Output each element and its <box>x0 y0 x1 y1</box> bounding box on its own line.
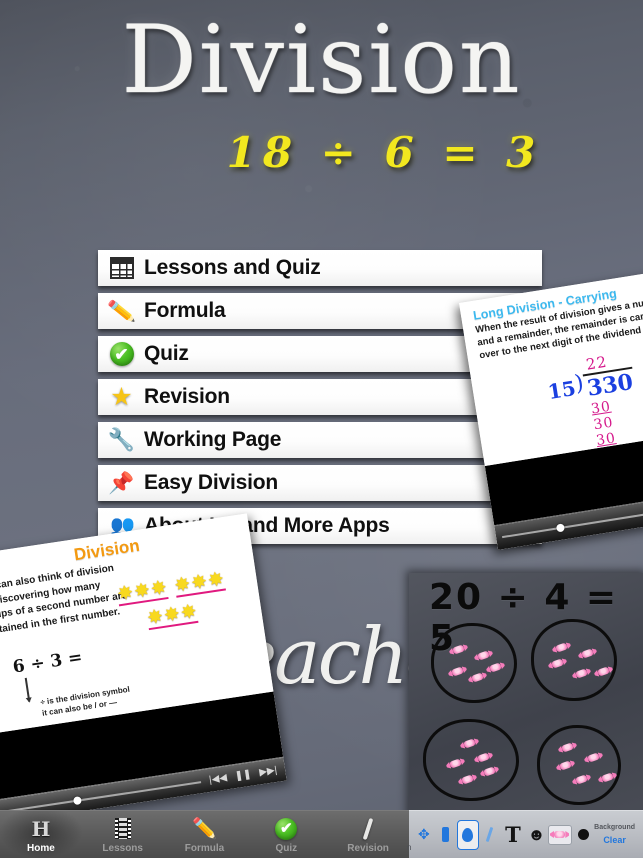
division-card-equation: 6 ÷ 3 = <box>11 647 84 678</box>
seek-knob[interactable] <box>73 795 83 805</box>
shape-tool-button[interactable] <box>456 819 479 850</box>
menu-item-label: Lessons and Quiz <box>144 256 321 279</box>
tab-home[interactable]: H Home <box>0 811 82 858</box>
page-title: Division <box>121 6 522 115</box>
text-tool-button[interactable]: T <box>500 820 525 850</box>
pushpin-icon: 📌 <box>108 471 135 495</box>
previous-icon[interactable]: |◀◀ <box>208 772 227 786</box>
move-tool-button[interactable]: ✥ <box>413 820 435 850</box>
move-arrows-icon: ✥ <box>418 826 430 842</box>
candy-stamp-tool-button[interactable] <box>547 820 572 850</box>
pen-tool-button[interactable] <box>479 820 501 850</box>
filled-dot-icon <box>577 829 589 840</box>
pencil-icon: ✏️ <box>192 817 217 840</box>
seek-knob[interactable] <box>555 523 565 533</box>
tab-label: Home <box>27 842 55 854</box>
star-group: ✸ ✸ ✸ <box>145 601 199 631</box>
droplet-shape-icon <box>462 827 474 842</box>
menu-item-label: Quiz <box>144 342 189 365</box>
tab-quiz[interactable]: ✔ Quiz <box>245 811 327 858</box>
wrench-icon: 🔧 <box>107 427 136 452</box>
tab-label: Formula <box>184 842 225 854</box>
menu-item-lessons-and-quiz[interactable]: Lessons and Quiz <box>98 250 542 286</box>
stamp-tool-button[interactable]: ☻ <box>526 820 548 850</box>
long-division-divisor: 15 <box>546 375 578 405</box>
pen-icon <box>485 826 494 843</box>
toolbar-edge-label: n <box>407 843 412 852</box>
pencil-icon: ✏️ <box>106 296 137 325</box>
toolbar-right-actions: Background Clear <box>594 824 639 845</box>
candy-group-circle <box>423 719 519 801</box>
whiteboard-canvas[interactable]: 20 ÷ 4 = 5 <box>409 573 643 831</box>
menu-item-label: Working Page <box>144 428 282 451</box>
tab-revision[interactable]: Revision <box>327 811 409 858</box>
star-group: ✸ ✸ ✸ <box>115 577 169 607</box>
division-card[interactable]: Division You can also think of division … <box>0 513 287 824</box>
next-icon[interactable]: ▶▶| <box>259 765 278 779</box>
menu-item-label: Revision <box>144 385 230 408</box>
menu-item-easy-division[interactable]: 📌 Easy Division <box>98 465 542 501</box>
tab-label: Quiz <box>275 842 298 854</box>
home-icon: H <box>31 816 51 841</box>
tab-label: Revision <box>347 842 389 854</box>
tab-label: Lessons <box>102 842 143 854</box>
app-root: Division 18 ÷ 6 = 3 Teacher Lessons and … <box>0 0 643 858</box>
background-label[interactable]: Background <box>594 824 635 831</box>
stamp-icon: ☻ <box>527 824 546 844</box>
film-reel-icon <box>114 816 131 842</box>
pointer-arrow-icon <box>24 677 30 702</box>
dot-tool-button[interactable] <box>572 820 594 850</box>
menu-item-working-page[interactable]: 🔧 Working Page <box>98 422 542 458</box>
rectangle-icon <box>442 827 450 842</box>
menu-item-label: Formula <box>144 299 226 322</box>
candy-group-circle <box>537 725 621 805</box>
title-equation: 18 ÷ 6 = 3 <box>0 128 643 177</box>
drawing-toolbar: n ✥ T ☻ Background Clear <box>407 810 643 858</box>
text-t-icon: T <box>505 822 521 847</box>
title-equation-text: 18 ÷ 6 = 3 <box>226 128 543 177</box>
pause-icon[interactable]: ❚❚ <box>234 769 252 782</box>
clear-button[interactable]: Clear <box>594 835 635 845</box>
star-group: ✸ ✸ ✸ <box>173 568 226 598</box>
division-star-groups: ✸ ✸ ✸ ✸ ✸ ✸ ✸ ✸ ✸ <box>116 566 252 634</box>
film-strip-icon <box>108 255 135 282</box>
long-division-worksheet: 22 15 ) 330 30 30 30 <box>543 349 643 456</box>
green-check-icon: ✔ <box>108 341 135 368</box>
green-check-icon: ✔ <box>275 816 298 842</box>
candy-group-circle <box>431 623 517 703</box>
menu-item-label: Easy Division <box>144 471 278 494</box>
chalk-stroke-icon <box>362 816 374 842</box>
title-area: Division <box>0 6 643 115</box>
tab-lessons[interactable]: Lessons <box>82 811 164 858</box>
tab-formula[interactable]: ✏️ Formula <box>164 811 246 858</box>
star-icon: ★ <box>110 382 133 411</box>
candy-group-circle <box>531 619 617 701</box>
candy-icon <box>547 824 572 845</box>
bottom-tab-bar: H Home Lessons ✏️ Formula ✔ Quiz Revisio… <box>0 810 409 858</box>
rectangle-tool-button[interactable] <box>435 820 457 850</box>
